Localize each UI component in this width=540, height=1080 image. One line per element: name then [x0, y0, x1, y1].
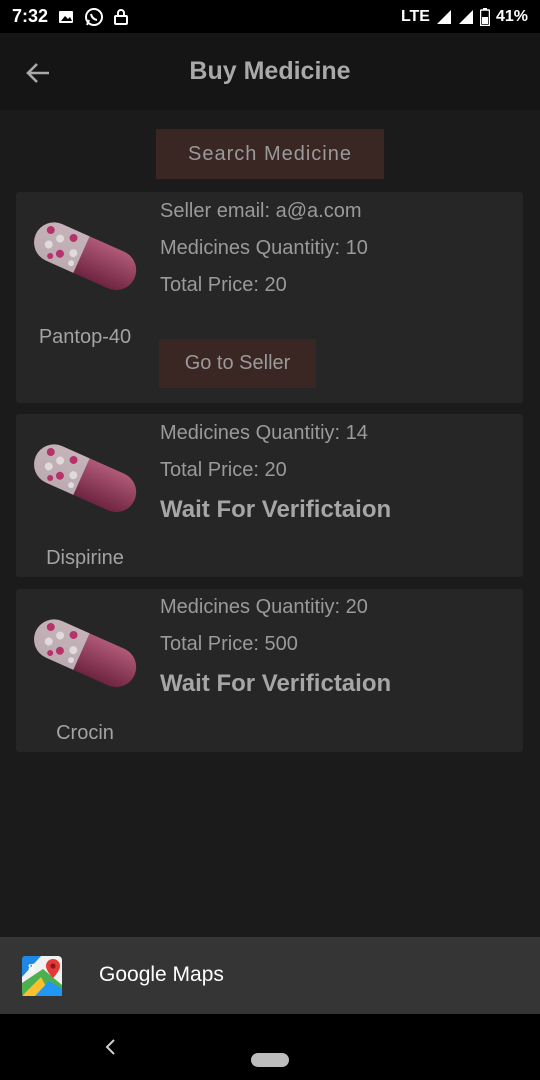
total-price: Total Price: 20 [160, 459, 287, 481]
medicine-quantity: Medicines Quantitiy: 20 [160, 596, 368, 618]
app-bar: Buy Medicine [0, 33, 540, 110]
cell-signal-icon [458, 9, 474, 25]
medicine-card: Dispirine Medicines Quantitiy: 14 Total … [16, 414, 523, 577]
google-maps-icon: g [22, 956, 62, 996]
battery-level: 41% [495, 7, 528, 25]
medicine-name: Pantop-40 [38, 326, 132, 348]
whatsapp-icon [84, 7, 104, 27]
network-label: LTE [400, 7, 430, 25]
status-right: LTE 41% [400, 7, 528, 26]
status-time: 7:32 [12, 6, 49, 26]
seller-email: Seller email: a@a.com [160, 200, 362, 222]
status-left: 7:32 [12, 6, 129, 27]
status-bar: 7:32 LTE 41% [0, 0, 540, 33]
medicine-card: Pantop-40 Seller email: a@a.com Medicine… [16, 192, 523, 403]
image-icon [58, 9, 74, 25]
page-title: Buy Medicine [189, 57, 351, 85]
medicine-quantity: Medicines Quantitiy: 10 [160, 237, 368, 259]
capsule-icon [34, 222, 137, 291]
total-price: Total Price: 500 [160, 633, 298, 655]
lock-icon [114, 8, 129, 25]
google-maps-label: Google Maps [99, 963, 224, 986]
verification-status: Wait For Verifictaion [160, 496, 392, 523]
screen: 7:32 LTE 41% Buy Medicine Search Medicin… [0, 0, 540, 1080]
capsule-icon [34, 444, 137, 513]
go-to-seller-button[interactable]: Go to Seller [159, 339, 316, 388]
verification-status: Wait For Verifictaion [160, 670, 392, 697]
medicine-card: Crocin Medicines Quantitiy: 20 Total Pri… [16, 589, 523, 752]
nav-home-pill[interactable] [251, 1053, 289, 1067]
medicine-name: Crocin [56, 722, 114, 744]
navigation-bar [0, 1014, 540, 1080]
nav-back-icon[interactable] [100, 1036, 120, 1058]
capsule-icon [34, 619, 137, 688]
wifi-signal-icon [436, 9, 452, 25]
search-medicine-button[interactable]: Search Medicine [156, 129, 384, 179]
total-price: Total Price: 20 [160, 274, 287, 296]
battery-icon [479, 7, 490, 26]
svg-text:g: g [28, 958, 35, 973]
medicine-name: Dispirine [46, 547, 124, 569]
open-with-google-maps[interactable]: g Google Maps [0, 937, 540, 1014]
medicine-quantity: Medicines Quantitiy: 14 [160, 422, 368, 444]
